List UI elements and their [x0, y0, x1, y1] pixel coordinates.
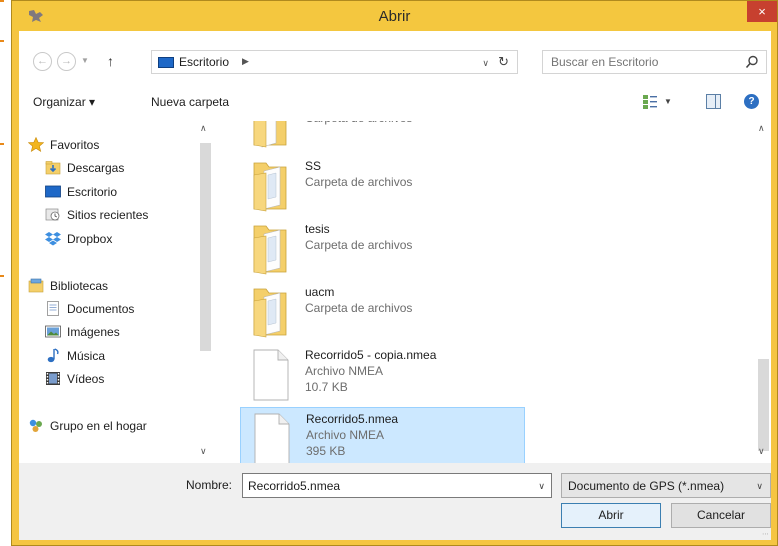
desktop-icon — [45, 185, 61, 198]
folder-icon — [253, 162, 287, 212]
file-size: 10.7 KB — [305, 380, 348, 394]
folder-icon — [253, 225, 287, 275]
open-button[interactable]: Abrir — [561, 503, 661, 528]
scroll-up-icon[interactable]: ∧ — [758, 123, 765, 134]
list-item[interactable]: SS Carpeta de archivos — [240, 155, 525, 217]
list-item[interactable]: tesis Carpeta de archivos — [240, 218, 525, 280]
nav-item-label: Documentos — [67, 302, 135, 316]
folder-icon — [253, 121, 287, 148]
address-bar[interactable]: Escritorio ▶ ∨ ↻ — [151, 50, 518, 74]
recent-places-icon — [45, 208, 60, 221]
file-type: Carpeta de archivos — [305, 175, 413, 189]
background-app-mark — [0, 40, 4, 42]
refresh-icon[interactable]: ↻ — [498, 54, 509, 70]
file-type: Archivo NMEA — [306, 428, 385, 442]
file-icon — [254, 413, 290, 463]
file-name-input[interactable] — [248, 478, 518, 494]
open-dialog: Abrir × ← → ▼ ↑ Escritorio ▶ ∨ ↻ Buscar … — [11, 0, 778, 546]
file-name: tesis — [305, 222, 330, 236]
file-type: Carpeta de archivos — [305, 121, 412, 125]
background-app-mark — [0, 143, 4, 145]
up-button[interactable]: ↑ — [107, 53, 114, 69]
search-box[interactable] — [542, 50, 767, 74]
videos-icon — [46, 372, 60, 385]
view-options-dropdown-icon[interactable]: ▼ — [664, 97, 672, 106]
dropbox-icon — [45, 232, 61, 246]
file-type: Archivo NMEA — [305, 364, 384, 378]
file-type: Carpeta de archivos — [305, 301, 413, 315]
file-list-scrollbar[interactable]: ∧ ∨ — [755, 121, 771, 463]
close-button[interactable]: × — [747, 1, 777, 22]
nav-item-label: Música — [67, 349, 106, 363]
file-name-field[interactable]: ∨ — [242, 473, 552, 498]
list-item[interactable]: uacm Carpeta de archivos — [240, 281, 525, 343]
file-type-value: Documento de GPS (*.nmea) — [568, 479, 725, 493]
resize-grip-icon[interactable]: ⋯ — [762, 530, 769, 538]
pictures-icon — [45, 325, 61, 338]
nav-item-label: Sitios recientes — [67, 208, 149, 222]
recent-locations-dropdown[interactable]: ▼ — [81, 56, 89, 65]
file-name: Recorrido5 - copia.nmea — [305, 348, 437, 362]
navigation-scrollbar-thumb[interactable] — [200, 143, 211, 351]
preview-pane-icon[interactable] — [706, 94, 721, 109]
star-icon — [28, 137, 44, 152]
cancel-button[interactable]: Cancelar — [671, 503, 771, 528]
file-name: uacm — [305, 285, 335, 299]
back-button[interactable]: ← — [33, 52, 52, 71]
chevron-down-icon[interactable]: ∨ — [756, 481, 763, 492]
command-bar: Organizar ▾ Nueva carpeta ▼ ? — [19, 83, 771, 121]
file-type-select[interactable]: Documento de GPS (*.nmea) ∨ — [561, 473, 771, 498]
file-type: Carpeta de archivos — [305, 238, 413, 252]
nav-item-label: Escritorio — [67, 185, 118, 199]
file-name: Recorrido5.nmea — [306, 412, 399, 426]
downloads-folder-icon — [45, 161, 61, 175]
navigation-scrollbar[interactable]: ∧ ∨ — [197, 121, 213, 463]
search-input[interactable] — [551, 54, 731, 70]
nav-item-label: Imágenes — [67, 325, 120, 339]
file-size: 395 KB — [306, 444, 346, 458]
scroll-down-icon[interactable]: ∨ — [758, 446, 765, 457]
view-options-icon[interactable] — [642, 94, 658, 110]
address-row: ← → ▼ ↑ Escritorio ▶ ∨ ↻ — [19, 31, 771, 83]
music-icon — [47, 348, 59, 363]
search-icon[interactable] — [745, 55, 759, 69]
file-name: SS — [305, 159, 322, 173]
nav-item-label: Descargas — [67, 161, 125, 175]
file-name-label: Nombre: — [186, 478, 233, 492]
homegroup-icon — [29, 419, 42, 432]
list-item[interactable]: Recorrido5 - copia.nmea Archivo NMEA 10.… — [240, 344, 525, 406]
new-folder-button[interactable]: Nueva carpeta — [151, 95, 229, 109]
chevron-down-icon[interactable]: ∨ — [538, 481, 545, 492]
title-bar[interactable]: Abrir × — [12, 1, 777, 31]
file-list-scrollbar-thumb[interactable] — [758, 359, 769, 451]
address-dropdown-icon[interactable]: ∨ — [482, 58, 489, 69]
organize-menu[interactable]: Organizar ▾ — [33, 95, 95, 109]
breadcrumb-escritorio[interactable]: Escritorio — [179, 55, 229, 69]
forward-button[interactable]: → — [57, 52, 76, 71]
nav-item-label: Vídeos — [67, 372, 105, 386]
background-app-mark — [0, 0, 4, 2]
list-item[interactable]: Carpeta de archivos — [240, 121, 525, 153]
scroll-down-icon[interactable]: ∨ — [200, 446, 207, 457]
dialog-footer: Nombre: ∨ Documento de GPS (*.nmea) ∨ Ab… — [19, 463, 771, 540]
file-list: Carpeta de archivos SS Carpeta de archiv… — [213, 121, 755, 463]
documents-icon — [47, 301, 59, 316]
library-icon — [28, 278, 44, 293]
window-title: Abrir — [378, 8, 411, 25]
file-icon — [253, 349, 289, 401]
list-item[interactable]: Recorrido5.nmea Archivo NMEA 395 KB — [240, 407, 525, 463]
nav-item-label: Favoritos — [50, 138, 100, 152]
scroll-up-icon[interactable]: ∧ — [200, 123, 207, 134]
background-app-mark — [0, 275, 4, 277]
folder-icon — [253, 288, 287, 338]
navigation-pane: Favoritos Descargas Escritorio Sitios re… — [19, 121, 213, 463]
desktop-location-icon — [158, 57, 174, 68]
dialog-client: ← → ▼ ↑ Escritorio ▶ ∨ ↻ Organizar ▾ — [19, 31, 771, 540]
breadcrumb-chevron-icon[interactable]: ▶ — [242, 56, 249, 67]
nav-item-label: Dropbox — [67, 232, 113, 246]
nav-item-label: Grupo en el hogar — [50, 419, 147, 433]
help-icon[interactable]: ? — [744, 94, 759, 109]
nav-item-label: Bibliotecas — [50, 279, 109, 293]
